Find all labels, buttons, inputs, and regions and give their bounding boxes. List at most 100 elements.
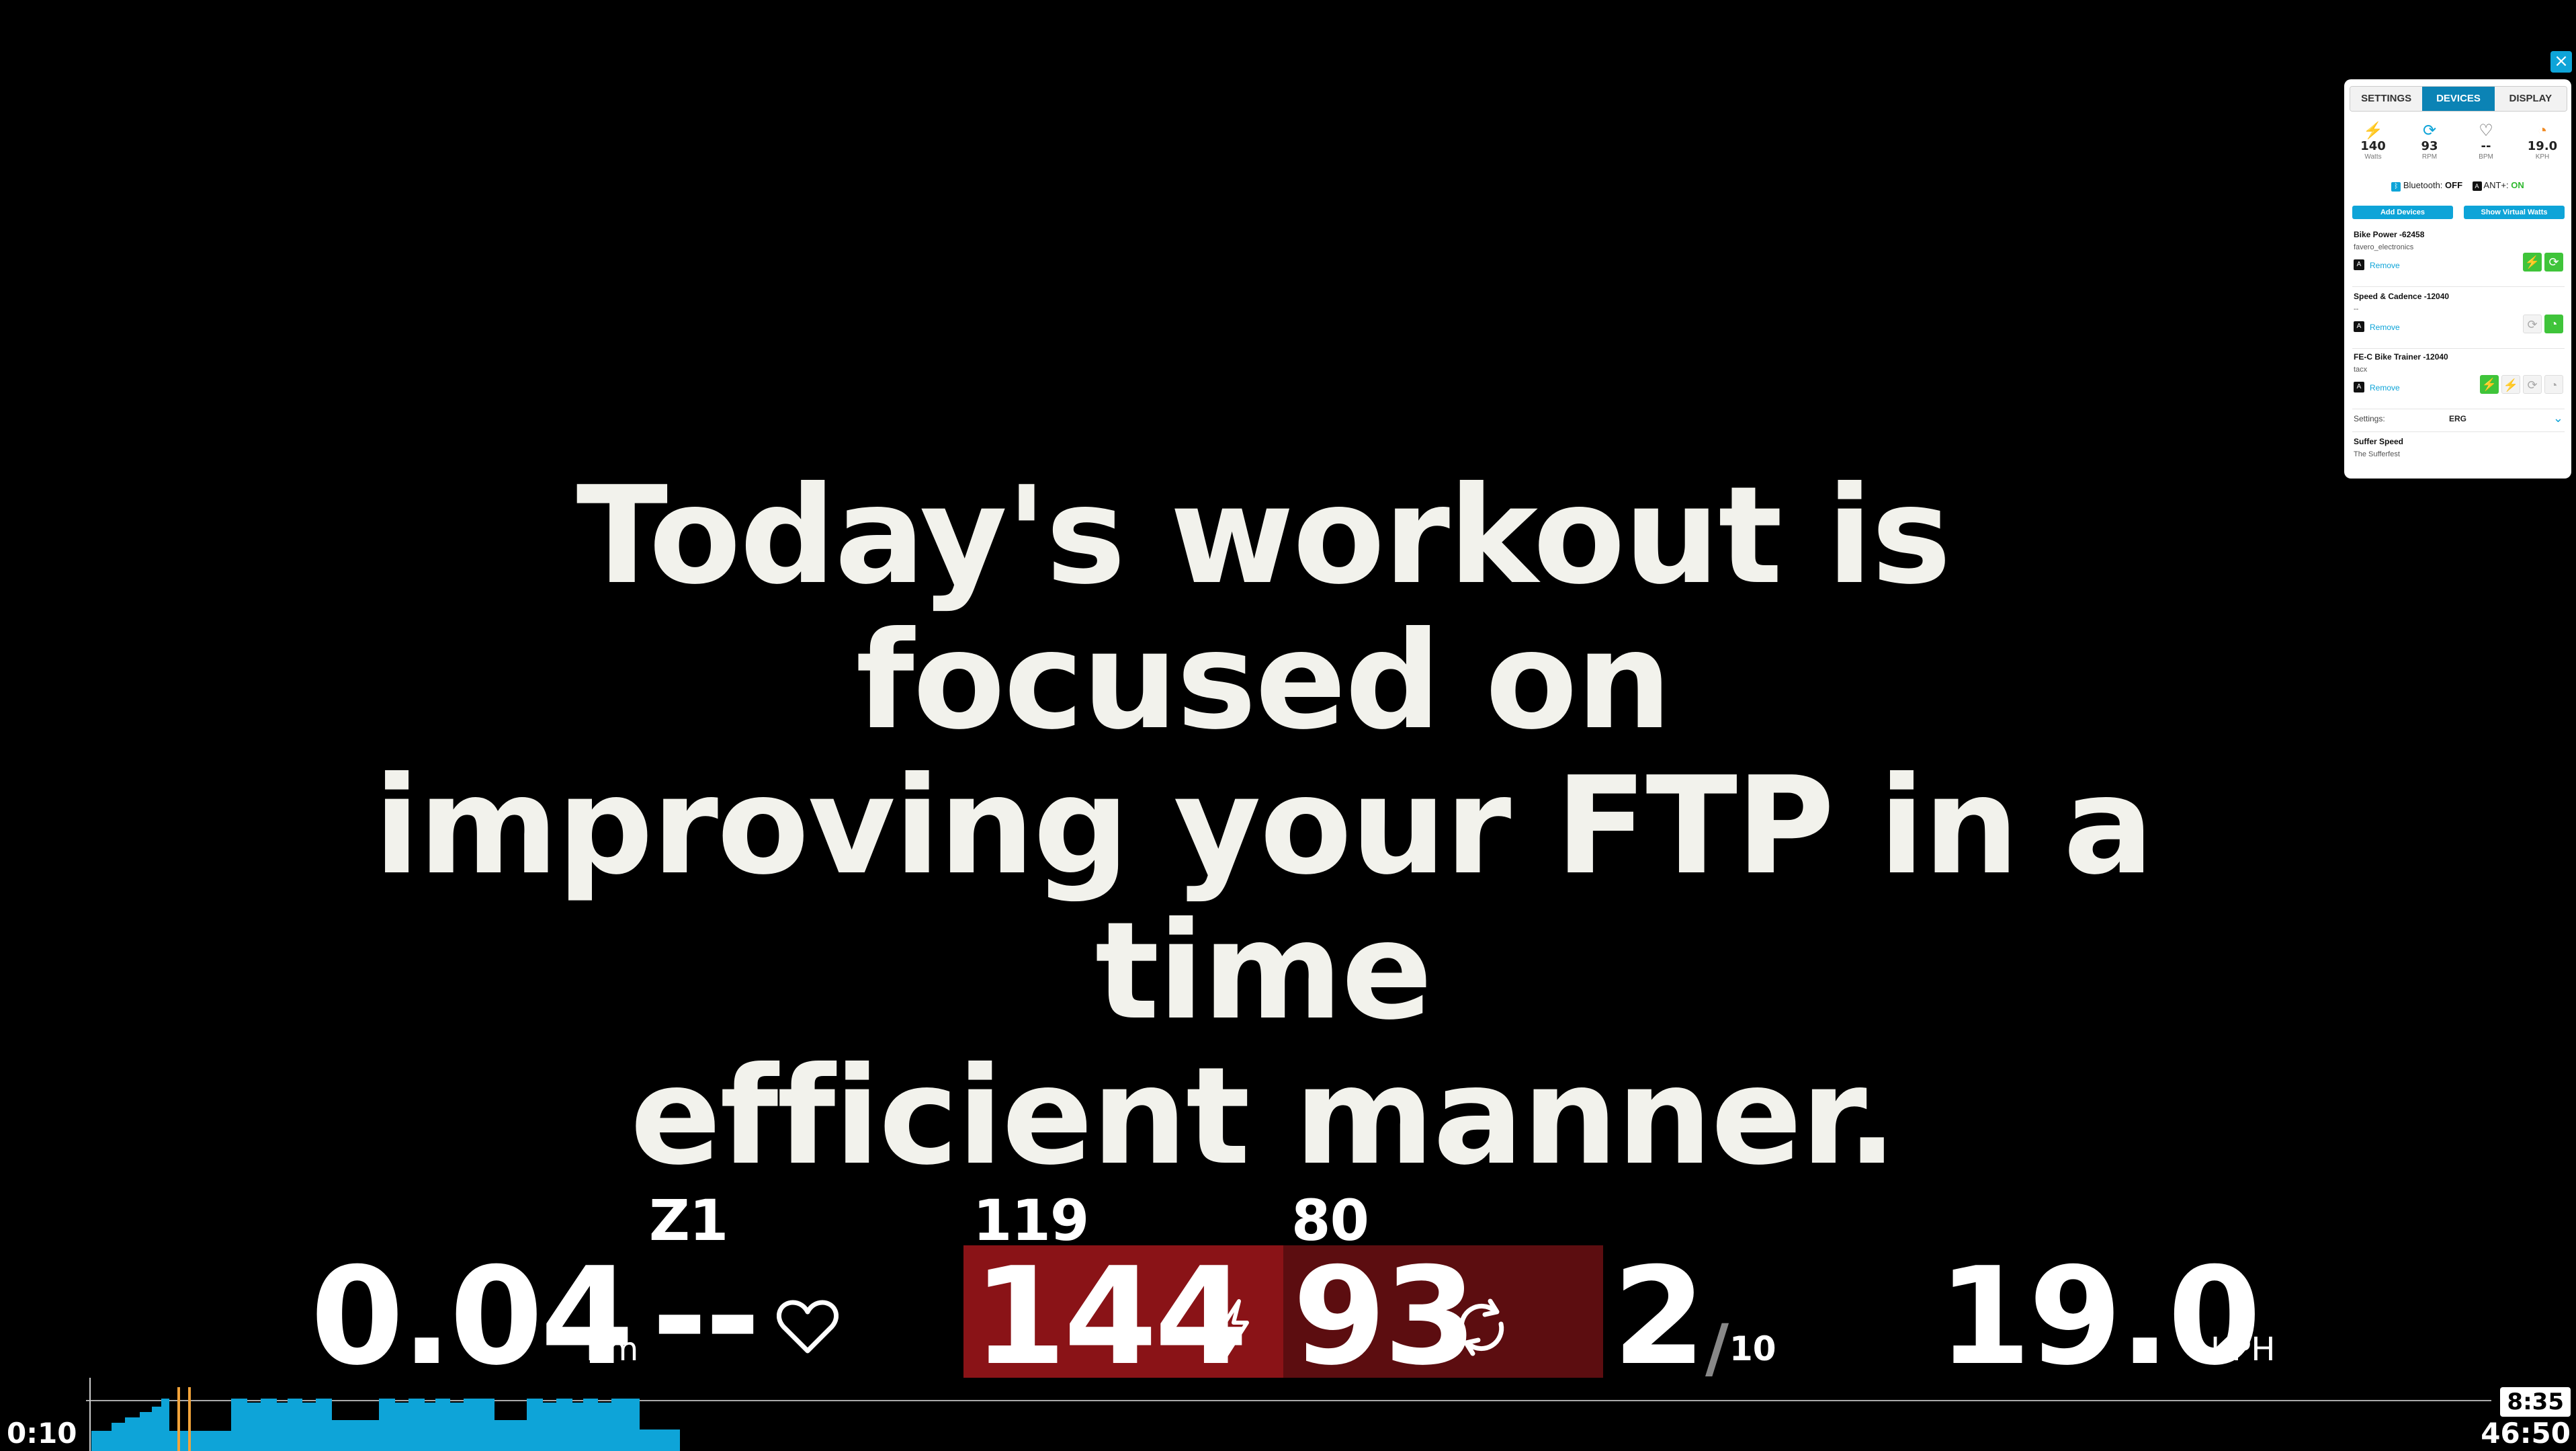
cadence-value: 93 [1293,1239,1477,1395]
tab-display[interactable]: DISPLAY [2494,87,2567,111]
power-capability-icon[interactable]: ⚡ [2523,253,2542,272]
speed-unit: KPH [2210,1331,2276,1368]
timeline-bar [91,1431,112,1451]
timeline-bar [316,1399,332,1451]
stat-value: 140 [2360,139,2386,153]
ant-icon: A [2472,181,2482,191]
cadence-capability-icon[interactable]: ⟳ [2544,253,2563,272]
timeline-bar [611,1399,628,1451]
bluetooth-label: Bluetooth: [2403,180,2443,190]
device-manufacturer: tacx [2354,366,2368,374]
timeline-bar [422,1403,435,1451]
trainer-mode-select[interactable]: ERG [2449,414,2563,423]
stat-label: Watts [2364,153,2382,161]
timeline-bar [288,1399,302,1451]
device-bike-power: Bike Power -62458 favero_electronics A R… [2352,229,2565,287]
message-line-2: improving your FTP in a time [374,748,2153,1050]
power-icon: ⚡ [2363,122,2383,140]
ant-icon: A [2354,259,2364,270]
stat-cadence: ⟳ 93 RPM [2406,122,2453,169]
close-panel-button[interactable]: × [2550,51,2572,73]
stat-value: 93 [2421,139,2438,153]
stat-heart-rate: ♡ -- BPM [2462,122,2509,169]
stat-speed: ◔ 19.0 KPH [2519,122,2566,169]
stat-label: KPH [2535,153,2550,161]
timeline-bar [464,1399,480,1451]
timeline-bar [379,1399,395,1451]
device-name: Speed & Cadence -12040 [2354,292,2450,301]
bluetooth-state[interactable]: OFF [2445,180,2462,190]
panel-actions: Add Devices Show Virtual Watts [2352,206,2565,219]
power-capability-icon[interactable]: ⚡ [2501,375,2520,394]
message-line-3: efficient manner. [630,1038,1897,1195]
timeline-bar [169,1431,179,1451]
panel-tabs: SETTINGS DEVICES DISPLAY [2350,86,2567,112]
settings-label: Settings: [2354,414,2385,423]
workout-message: Today's workout is focused on improving … [269,464,2258,1190]
heart-rate-value: -- [652,1239,761,1395]
stat-label: BPM [2479,153,2493,161]
timeline-bar [231,1399,247,1451]
stat-value: -- [2481,139,2491,153]
chevron-down-icon[interactable]: ⌄ [2553,411,2563,425]
add-devices-button[interactable]: Add Devices [2352,206,2453,219]
ant-icon: A [2354,382,2364,392]
cadence-capability-icon[interactable]: ⟳ [2523,315,2542,333]
timeline-bar [583,1399,598,1451]
total-remaining-time: 46:50 [2481,1417,2571,1450]
connection-status: ᛒ Bluetooth: OFF A ANT+: ON [2350,180,2566,192]
timeline-bar [161,1399,169,1451]
timeline-bar [274,1403,288,1451]
remove-device-link[interactable]: Remove [2370,383,2400,392]
message-line-1: Today's workout is focused on [576,458,1952,759]
speed-icon: ◔ [2537,122,2548,140]
cadence-capability-icon[interactable]: ⟳ [2523,375,2542,394]
stat-power: ⚡ 140 Watts [2350,122,2397,169]
timeline-bar [302,1403,316,1451]
show-virtual-watts-button[interactable]: Show Virtual Watts [2464,206,2565,219]
timeline-bar [628,1399,640,1451]
timeline-bar [640,1429,680,1451]
device-name: Bike Power -62458 [2354,230,2425,239]
ant-state[interactable]: ON [2511,180,2524,190]
heart-icon [777,1300,839,1355]
heart-icon: ♡ [2479,122,2493,140]
timeline-bar [247,1403,261,1451]
speed-capability-icon[interactable]: ◔ [2544,315,2563,333]
trainer-control-icon[interactable]: ⚡ [2480,375,2499,394]
bluetooth-icon: ᛒ [2391,182,2401,192]
timeline-bar [152,1407,161,1451]
remove-device-link[interactable]: Remove [2370,323,2400,332]
ant-label: ANT+: [2483,180,2509,190]
interval-current: 2 [1613,1239,1706,1395]
tab-devices[interactable]: DEVICES [2422,87,2495,111]
stat-value: 19.0 [2527,139,2558,153]
device-capabilities: ⟳ ◔ [2523,315,2563,333]
power-value: 144 [973,1239,1248,1395]
device-name: FE-C Bike Trainer -12040 [2354,352,2448,362]
device-manufacturer: favero_electronics [2354,243,2414,251]
device-manufacturer: -- [2354,305,2359,313]
cadence-icon [1453,1296,1510,1359]
device-capabilities: ⚡ ⚡ ⟳ ◔ [2480,375,2563,394]
workout-timeline[interactable] [86,1378,2498,1451]
workout-screen: Today's workout is focused on improving … [0,0,2576,1451]
speed-capability-icon[interactable]: ◔ [2544,375,2563,394]
trainer-settings-row: Settings: ERG ⌄ [2352,407,2565,432]
timeline-bar [543,1403,556,1451]
device-fec-trainer: FE-C Bike Trainer -12040 tacx A Remove ⚡… [2352,351,2565,409]
cadence-icon: ⟳ [2422,122,2437,140]
timeline-bar [332,1420,380,1451]
timeline-bar [112,1423,125,1451]
ant-icon: A [2354,321,2364,332]
interval-separator: / [1705,1311,1729,1386]
remove-device-link[interactable]: Remove [2370,261,2400,270]
timeline-bar [395,1403,409,1451]
device-speed-cadence: Speed & Cadence -12040 -- A Remove ⟳ ◔ [2352,290,2565,349]
timeline-bar [140,1412,152,1451]
timeline-bar [570,1403,583,1451]
timeline-bar [598,1403,611,1451]
interval-total: 10 [1729,1329,1776,1368]
panel-stats: ⚡ 140 Watts ⟳ 93 RPM ♡ -- BPM ◔ 19.0 KPH [2350,122,2566,169]
tab-settings[interactable]: SETTINGS [2350,87,2423,111]
